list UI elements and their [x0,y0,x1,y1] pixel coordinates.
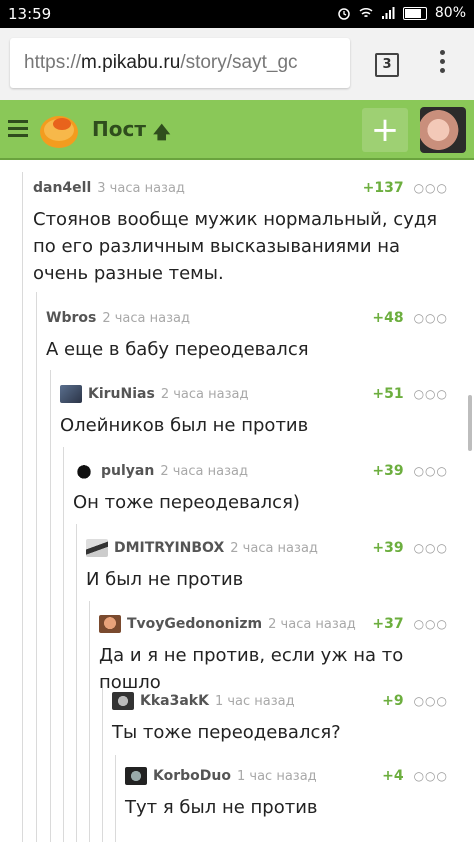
status-bar: 13:59 80% [0,0,474,28]
comment-author[interactable]: Kka3akK [140,693,209,709]
thread-line [76,524,77,842]
comment-text: Олейников был не против [60,415,309,436]
comment-time: 2 часа назад [160,463,248,479]
comment: pulyan 2 часа назад +39 ○○○ Он тоже перео… [73,461,448,516]
more-options-icon[interactable]: ○○○ [414,181,448,195]
app-header: Пост 🡅 + [0,100,474,160]
scrollbar[interactable] [468,395,472,451]
comment-text: Он тоже переодевался) [73,492,300,513]
status-icons: 80% [337,5,466,21]
url-scheme: https:// [24,52,82,73]
comment-rating: +51 [372,386,404,402]
comment-author[interactable]: KorboDuo [153,768,231,784]
comment-avatar[interactable] [125,767,147,785]
more-options-icon[interactable]: ○○○ [414,464,448,478]
comment: DMITRYINBOX 2 часа назад +39 ○○○ И был не… [86,538,448,593]
comment-time: 2 часа назад [268,616,356,632]
status-time: 13:59 [8,5,52,23]
more-options-icon[interactable]: ○○○ [414,541,448,555]
thread-line [63,447,64,842]
url-host: m.pikabu.ru [81,52,181,73]
comment-text: Стоянов вообще мужик нормальный, судя по… [33,209,438,284]
url-bar[interactable]: https://m.pikabu.ru/story/sayt_gc [10,38,350,88]
comment-time: 2 часа назад [102,310,190,326]
more-options-icon[interactable]: ○○○ [414,769,448,783]
comment-rating: +39 [372,463,404,479]
comment: KorboDuo 1 час назад +4 ○○○ Тут я был не … [125,766,448,821]
comment-rating: +4 [382,768,404,784]
comment-author[interactable]: dan4ell [33,180,91,196]
comment-author[interactable]: KiruNias [88,386,155,402]
comment-rating: +137 [362,180,404,196]
browser-menu-icon[interactable] [438,50,446,78]
comment-text: И был не против [86,569,244,590]
comment-author[interactable]: Wbros [46,310,96,326]
comment-text: Тут я был не против [125,797,318,818]
comment: KiruNias 2 часа назад +51 ○○○ Олейников б… [60,384,448,439]
comment-rating: +48 [372,310,404,326]
comment-rating: +39 [372,540,404,556]
menu-icon[interactable] [8,120,28,141]
tab-switcher-button[interactable]: 3 [375,53,399,77]
comment-author[interactable]: TvoyGedononizm [127,616,262,632]
thread-line [50,370,51,842]
comment-text: А еще в бабу переодевался [46,339,309,360]
comment-author[interactable]: DMITRYINBOX [114,540,224,556]
scroll-up-arrow-icon[interactable]: 🡅 [153,120,170,149]
comment-avatar[interactable] [86,539,108,557]
battery-icon [402,6,427,20]
page-title: Пост [92,117,146,141]
comment-author[interactable]: pulyan [101,463,154,479]
user-avatar[interactable] [420,107,466,153]
comment-text: Ты тоже переодевался? [112,722,341,743]
comment-time: 2 часа назад [230,540,318,556]
more-options-icon[interactable]: ○○○ [414,694,448,708]
alarm-icon [338,8,350,20]
browser-toolbar: https://m.pikabu.ru/story/sayt_gc 3 [0,28,474,100]
comment-avatar[interactable] [112,692,134,710]
comment-time: 1 час назад [236,768,317,784]
url-path: /story/sayt_gc [180,52,298,73]
more-options-icon[interactable]: ○○○ [414,387,448,401]
comment: Kka3akK 1 час назад +9 ○○○ Ты тоже переод… [112,691,448,746]
thread-line [89,601,90,842]
comment-avatar[interactable] [73,462,95,480]
more-options-icon[interactable]: ○○○ [414,617,448,631]
comment: TvoyGedononizm 2 часа назад +37 ○○○ Да и … [99,614,448,696]
pikabu-logo[interactable] [38,110,80,150]
comment-time: 1 час назад [214,693,295,709]
signal-icon [381,7,395,19]
comment-avatar[interactable] [99,615,121,633]
comment-rating: +37 [372,616,404,632]
battery-level: 80% [434,5,466,21]
comment: dan4ell 3 часа назад +137 ○○○ Стоянов воо… [33,178,448,287]
comment-text: Да и я не против, если уж на то пошло [99,645,404,693]
add-post-button[interactable]: + [362,108,408,152]
thread-line [102,678,103,842]
thread-line [115,755,116,842]
wifi-icon [359,7,373,18]
comment-avatar[interactable] [60,385,82,403]
comment-time: 2 часа назад [160,386,249,402]
comments-thread: dan4ell 3 часа назад +137 ○○○ Стоянов воо… [0,160,474,842]
comment-rating: +9 [382,693,404,709]
comment-time: 3 часа назад [97,180,185,196]
more-options-icon[interactable]: ○○○ [414,311,448,325]
comment: Wbros 2 часа назад +48 ○○○ А еще в бабу п… [46,308,448,363]
thread-line [36,292,37,842]
thread-line [22,172,23,842]
